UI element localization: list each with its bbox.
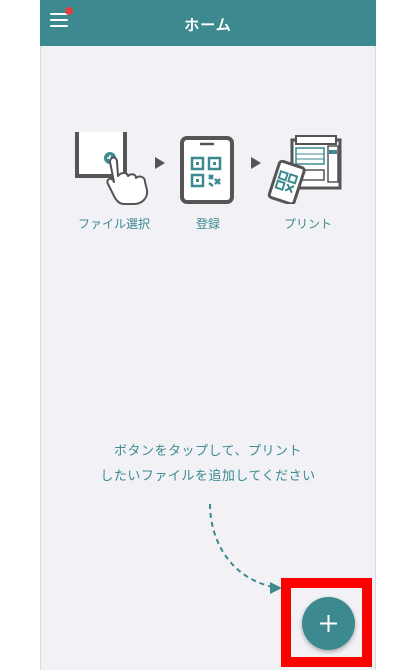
step-label-file-select: ファイル選択 xyxy=(77,217,150,231)
tap-file-icon xyxy=(75,132,149,205)
add-file-button[interactable] xyxy=(302,597,355,650)
dashed-arrow-icon xyxy=(209,503,282,594)
plus-icon xyxy=(320,615,337,632)
step-label-print: プリント xyxy=(283,217,332,231)
step-label-register: 登録 xyxy=(195,217,220,231)
header-bar: ホーム xyxy=(40,0,376,46)
instruction-line-2: したいファイルを追加してください xyxy=(100,469,316,484)
triangle-arrow-icon xyxy=(251,157,261,169)
qr-code-phone-icon xyxy=(180,136,234,204)
triangle-arrow-icon xyxy=(155,157,165,169)
instruction-line-1: ボタンをタップして、プリント xyxy=(114,444,302,459)
printer-icon xyxy=(267,135,342,204)
page-title: ホーム xyxy=(184,16,232,34)
